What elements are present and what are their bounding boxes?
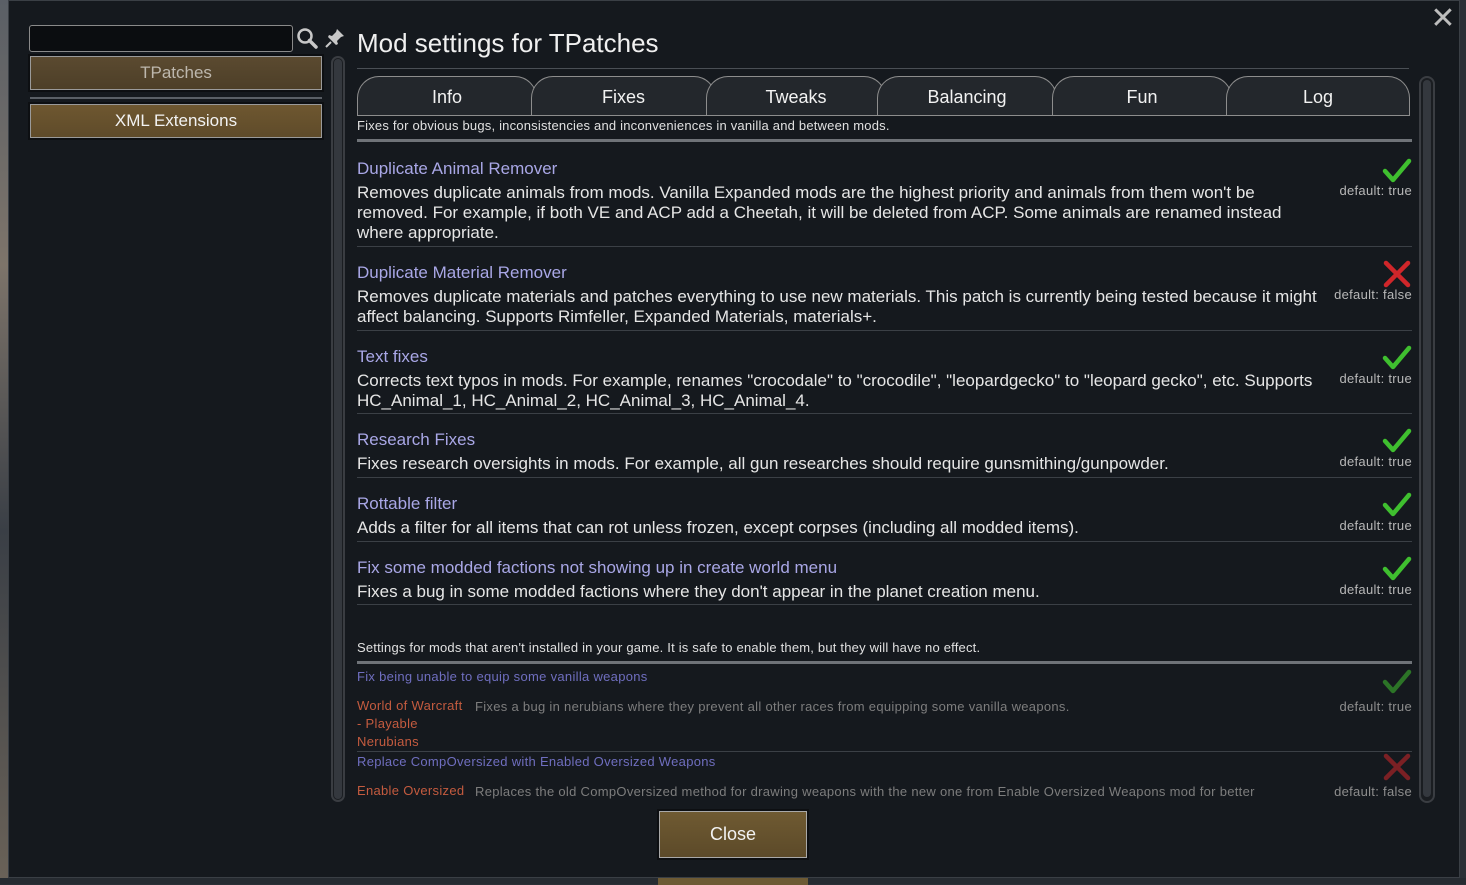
settings-scroll-area[interactable]: Fixes for obvious bugs, inconsistencies … [350,0,1420,805]
search-icon[interactable] [296,27,318,49]
settings-scrollbar[interactable] [1419,76,1435,803]
section-rule [357,139,1412,142]
mod-list-divider [30,97,322,99]
mod-name-label: Enable Oversized [357,783,465,798]
cross-icon[interactable] [1382,259,1412,289]
checkmark-icon[interactable] [1382,490,1412,520]
setting-description: Fixes a bug in some modded factions wher… [357,582,1040,601]
section-rule [357,661,1412,664]
checkmark-icon[interactable] [1382,343,1412,373]
setting-separator [357,246,1412,247]
default-value-label: default: true [1339,371,1412,386]
setting-description: Replaces the old CompOversized method fo… [475,784,1255,799]
setting-title: Fix some modded factions not showing up … [357,558,838,577]
mod-list-scrollbar[interactable] [331,56,345,802]
settings-scrollbar-thumb[interactable] [1423,80,1431,797]
setting-separator [357,477,1412,478]
setting-description: Removes duplicate materials and patches … [357,287,1317,326]
default-value-label: default: true [1339,582,1412,597]
setting-separator [357,413,1412,414]
setting-description: Corrects text typos in mods. For example… [357,371,1313,410]
setting-separator [357,541,1412,542]
mod-name-label: Nerubians [357,734,419,749]
default-value-label: default: false [1334,287,1412,302]
setting-separator [357,330,1412,331]
not-installed-description: Settings for mods that aren't installed … [357,640,981,655]
cross-icon[interactable] [1382,752,1412,782]
setting-description: Fixes a bug in nerubians where they prev… [475,699,1070,714]
setting-title: Text fixes [357,347,428,366]
section-description: Fixes for obvious bugs, inconsistencies … [357,118,890,133]
close-icon[interactable]: ✕ [1428,2,1458,36]
default-value-label: default: true [1339,699,1412,714]
checkmark-icon[interactable] [1382,426,1412,456]
checkmark-icon[interactable] [1382,554,1412,584]
default-value-label: default: true [1339,518,1412,533]
checkmark-icon[interactable] [1382,667,1412,697]
checkmark-icon[interactable] [1382,156,1412,186]
mod-name-label: World of Warcraft [357,698,463,713]
mod-list-item-tpatches[interactable]: TPatches [28,54,324,92]
setting-description: Fixes research oversights in mods. For e… [357,454,1169,473]
setting-title: Replace CompOversized with Enabled Overs… [357,754,716,769]
setting-separator [357,604,1412,605]
default-value-label: default: true [1339,454,1412,469]
setting-description: Adds a filter for all items that can rot… [357,518,1079,537]
setting-title: Fix being unable to equip some vanilla w… [357,669,648,684]
setting-title: Duplicate Animal Remover [357,159,558,178]
mod-name-label: - Playable [357,716,418,731]
setting-title: Research Fixes [357,430,476,449]
default-value-label: default: false [1334,784,1412,799]
setting-description: Removes duplicate animals from mods. Van… [357,183,1282,242]
mod-list-scrollbar-thumb[interactable] [334,59,342,799]
close-button[interactable]: Close [657,809,809,860]
setting-title: Rottable filter [357,494,458,513]
pin-icon[interactable] [324,27,346,49]
setting-title: Duplicate Material Remover [357,263,567,282]
setting-separator [357,751,1412,752]
default-value-label: default: true [1339,183,1412,198]
mod-search-input[interactable] [29,25,293,52]
mod-list-item-xml-extensions[interactable]: XML Extensions [28,102,324,140]
